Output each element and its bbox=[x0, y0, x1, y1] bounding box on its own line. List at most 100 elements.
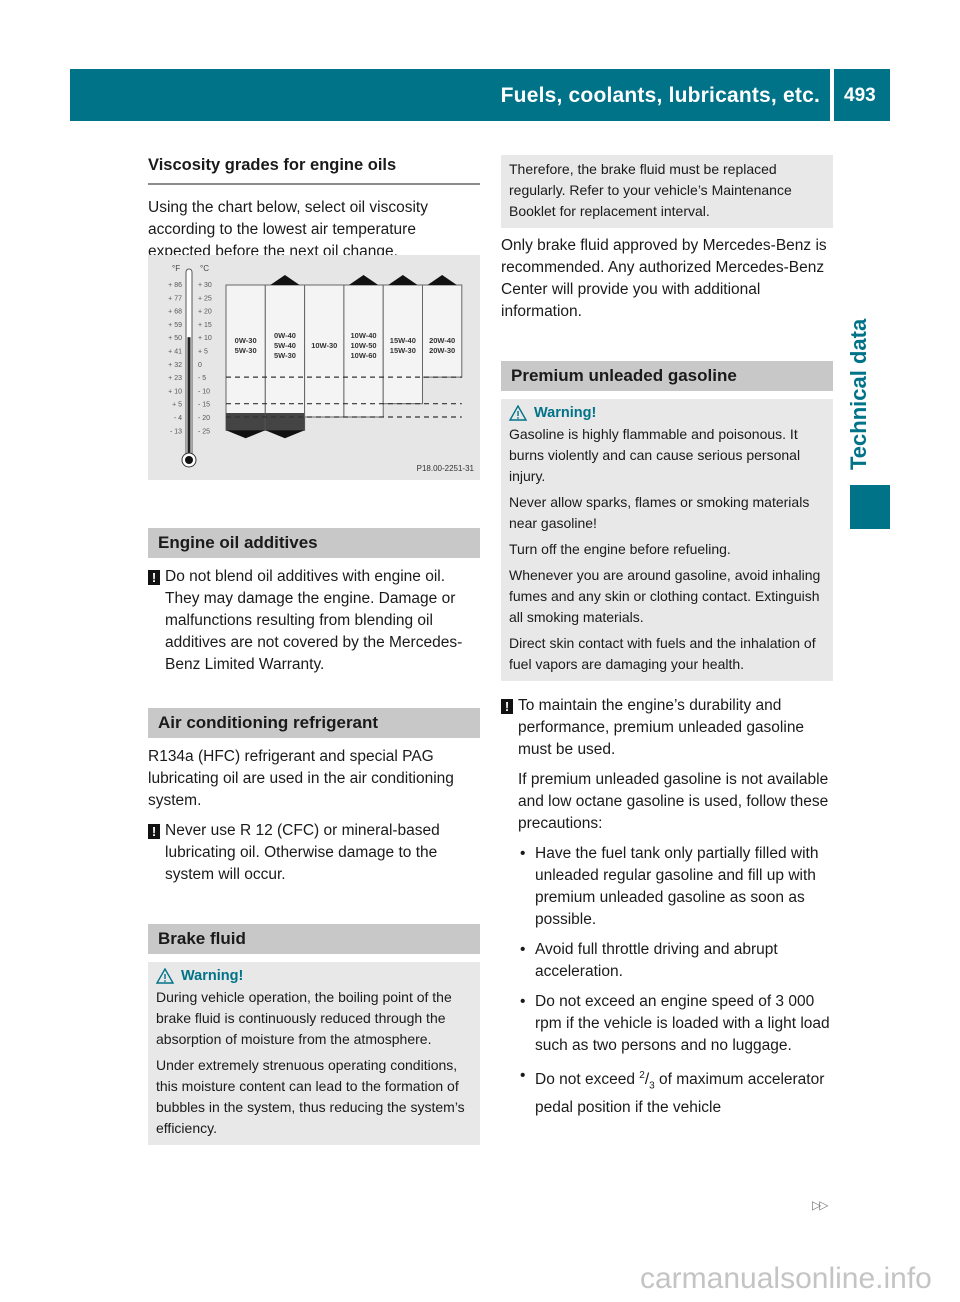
gasoline-heading: Premium unleaded gasoline bbox=[501, 361, 833, 391]
grade-label: 0W-40 bbox=[274, 331, 296, 340]
continue-arrow-icon: ▷▷ bbox=[812, 1198, 829, 1212]
fahrenheit-unit: °F bbox=[172, 264, 180, 273]
brake-warning-p1: During vehicle operation, the boiling po… bbox=[156, 989, 452, 1047]
additives-section: Engine oil additives ! Do not blend oil … bbox=[148, 528, 480, 676]
precaution-item: • Do not exceed an engine speed of 3 000 … bbox=[520, 993, 830, 1054]
ac-section: Air conditioning refrigerant R134a (HFC)… bbox=[148, 708, 480, 886]
fahrenheit-tick: + 50 bbox=[168, 335, 182, 342]
celsius-tick: - 25 bbox=[198, 428, 210, 435]
gasoline-warning-header: Warning! bbox=[509, 405, 825, 421]
gasoline-warning-p5: Direct skin contact with fuels and the i… bbox=[509, 635, 816, 672]
open-top-arrow bbox=[348, 275, 379, 285]
fahrenheit-tick: + 41 bbox=[168, 349, 182, 356]
brake-body: Only brake fluid approved by Mercedes-Be… bbox=[501, 237, 827, 320]
celsius-tick: + 15 bbox=[198, 322, 212, 329]
thermometer-level bbox=[187, 337, 191, 455]
celsius-tick: - 10 bbox=[198, 388, 210, 395]
grade-label: 5W-30 bbox=[235, 346, 257, 355]
grade-label: 5W-40 bbox=[274, 341, 296, 350]
warning-triangle-icon bbox=[509, 405, 527, 421]
open-top-arrow bbox=[388, 275, 418, 285]
fahrenheit-tick: + 77 bbox=[168, 295, 182, 302]
brake-continued: Therefore, the brake fluid must be repla… bbox=[501, 155, 833, 323]
figure-id: P18.00-2251-31 bbox=[417, 464, 475, 473]
brake-warning-box-continued: Therefore, the brake fluid must be repla… bbox=[501, 155, 833, 228]
celsius-tick: + 25 bbox=[198, 295, 212, 302]
brake-warning-label: Warning! bbox=[181, 968, 244, 984]
gasoline-warning-p2: Never allow sparks, flames or smoking ma… bbox=[509, 494, 810, 531]
precaution-item: • Have the fuel tank only partially fille… bbox=[520, 845, 819, 928]
grade-label: 0W-30 bbox=[235, 336, 257, 345]
notice-icon: ! bbox=[148, 570, 160, 585]
low-temp-band bbox=[265, 413, 305, 431]
thermometer-bulb-core bbox=[185, 456, 193, 464]
gasoline-notice: ! To maintain the engine’s durability an… bbox=[501, 695, 833, 1119]
grade-label: 10W-30 bbox=[311, 341, 337, 350]
viscosity-chart: °F °C + 86 + 30 + 77 + 25 + 68 + 20 + 59 + 15 + 50… bbox=[148, 255, 480, 480]
warning-triangle-icon bbox=[156, 968, 174, 984]
grade-column bbox=[225, 284, 266, 431]
celsius-tick: - 20 bbox=[198, 415, 210, 422]
gasoline-warning-box: Warning! Gasoline is highly flammable an… bbox=[501, 399, 833, 681]
fahrenheit-tick: + 86 bbox=[168, 282, 182, 289]
fahrenheit-tick: + 5 bbox=[172, 402, 182, 409]
celsius-tick: 0 bbox=[198, 362, 202, 369]
gasoline-warning-p1: Gasoline is highly flammable and poisono… bbox=[509, 426, 801, 484]
gasoline-section: Premium unleaded gasoline Warning! Gasol… bbox=[501, 361, 833, 1119]
fahrenheit-tick: - 13 bbox=[170, 428, 182, 435]
side-tab-label[interactable]: Technical data bbox=[846, 319, 872, 470]
brake-warning-box: Warning! During vehicle operation, the b… bbox=[148, 962, 480, 1145]
grade-label: 5W-30 bbox=[274, 351, 296, 360]
section-title: Fuels, coolants, lubricants, etc. bbox=[500, 84, 820, 107]
additives-heading: Engine oil additives bbox=[148, 528, 480, 558]
gasoline-warning-label: Warning! bbox=[534, 405, 597, 421]
grade-column bbox=[304, 284, 345, 418]
fahrenheit-tick: - 4 bbox=[174, 415, 182, 422]
fahrenheit-tick: + 59 bbox=[168, 322, 182, 329]
viscosity-chart-svg: °F °C+ 86 + 30+ 77 + 25+ 68 + 20+ 59 + 15+ 50… bbox=[168, 264, 475, 473]
precaution-item: • Do not exceed 2/3 of maximum accelerato… bbox=[520, 1067, 825, 1117]
grade-label: 20W-40 bbox=[429, 336, 455, 345]
celsius-tick: - 5 bbox=[198, 375, 206, 382]
ac-heading: Air conditioning refrigerant bbox=[148, 708, 480, 738]
grade-label: 20W-30 bbox=[429, 346, 455, 355]
precaution-item: • Avoid full throttle driving and abrupt … bbox=[520, 941, 778, 980]
celsius-unit: °C bbox=[200, 264, 209, 273]
fahrenheit-tick: + 68 bbox=[168, 309, 182, 316]
additives-notice-text: Do not blend oil additives with engine o… bbox=[165, 568, 463, 673]
precautions-list: • Have the fuel tank only partially fille… bbox=[518, 843, 833, 1119]
open-top-arrow bbox=[427, 275, 457, 285]
page-number-box: 493 bbox=[834, 69, 890, 121]
celsius-tick: + 20 bbox=[198, 309, 212, 316]
grade-label: 10W-50 bbox=[350, 341, 376, 350]
low-temp-band bbox=[226, 413, 266, 431]
ac-notice: ! Never use R 12 (CFC) or mineral-based … bbox=[148, 820, 480, 886]
viscosity-heading: Viscosity grades for engine oils bbox=[148, 156, 480, 185]
celsius-tick: + 5 bbox=[198, 349, 208, 356]
fahrenheit-tick: + 10 bbox=[168, 388, 182, 395]
grade-label: 15W-40 bbox=[390, 336, 416, 345]
celsius-tick: - 15 bbox=[198, 402, 210, 409]
grade-label: 10W-60 bbox=[350, 351, 376, 360]
additives-notice: ! Do not blend oil additives with engine… bbox=[148, 566, 480, 676]
celsius-tick: + 10 bbox=[198, 335, 212, 342]
grade-label: 15W-30 bbox=[390, 346, 416, 355]
fahrenheit-tick: + 32 bbox=[168, 362, 182, 369]
grade-label: 10W-40 bbox=[350, 331, 376, 340]
notice-icon: ! bbox=[148, 824, 160, 839]
gasoline-notice-p2: If premium unleaded gasoline is not avai… bbox=[518, 771, 829, 832]
brake-warning-p3: Therefore, the brake fluid must be repla… bbox=[509, 161, 792, 219]
gasoline-warning-p3: Turn off the engine before refueling. bbox=[509, 541, 731, 557]
brake-heading: Brake fluid bbox=[148, 924, 480, 954]
open-bottom-arrow bbox=[226, 430, 266, 439]
viscosity-section: Viscosity grades for engine oils Using t… bbox=[148, 156, 480, 263]
viscosity-intro: Using the chart below, select oil viscos… bbox=[148, 199, 428, 260]
side-tab-marker bbox=[850, 485, 890, 529]
ac-notice-text: Never use R 12 (CFC) or mineral-based lu… bbox=[165, 822, 440, 883]
page-number: 493 bbox=[844, 85, 876, 106]
open-top-arrow bbox=[270, 275, 300, 285]
notice-icon: ! bbox=[501, 699, 513, 714]
gasoline-warning-p4: Whenever you are around gasoline, avoid … bbox=[509, 567, 821, 625]
fahrenheit-tick: + 23 bbox=[168, 375, 182, 382]
watermark: carmanualsonline.info bbox=[640, 1262, 932, 1295]
